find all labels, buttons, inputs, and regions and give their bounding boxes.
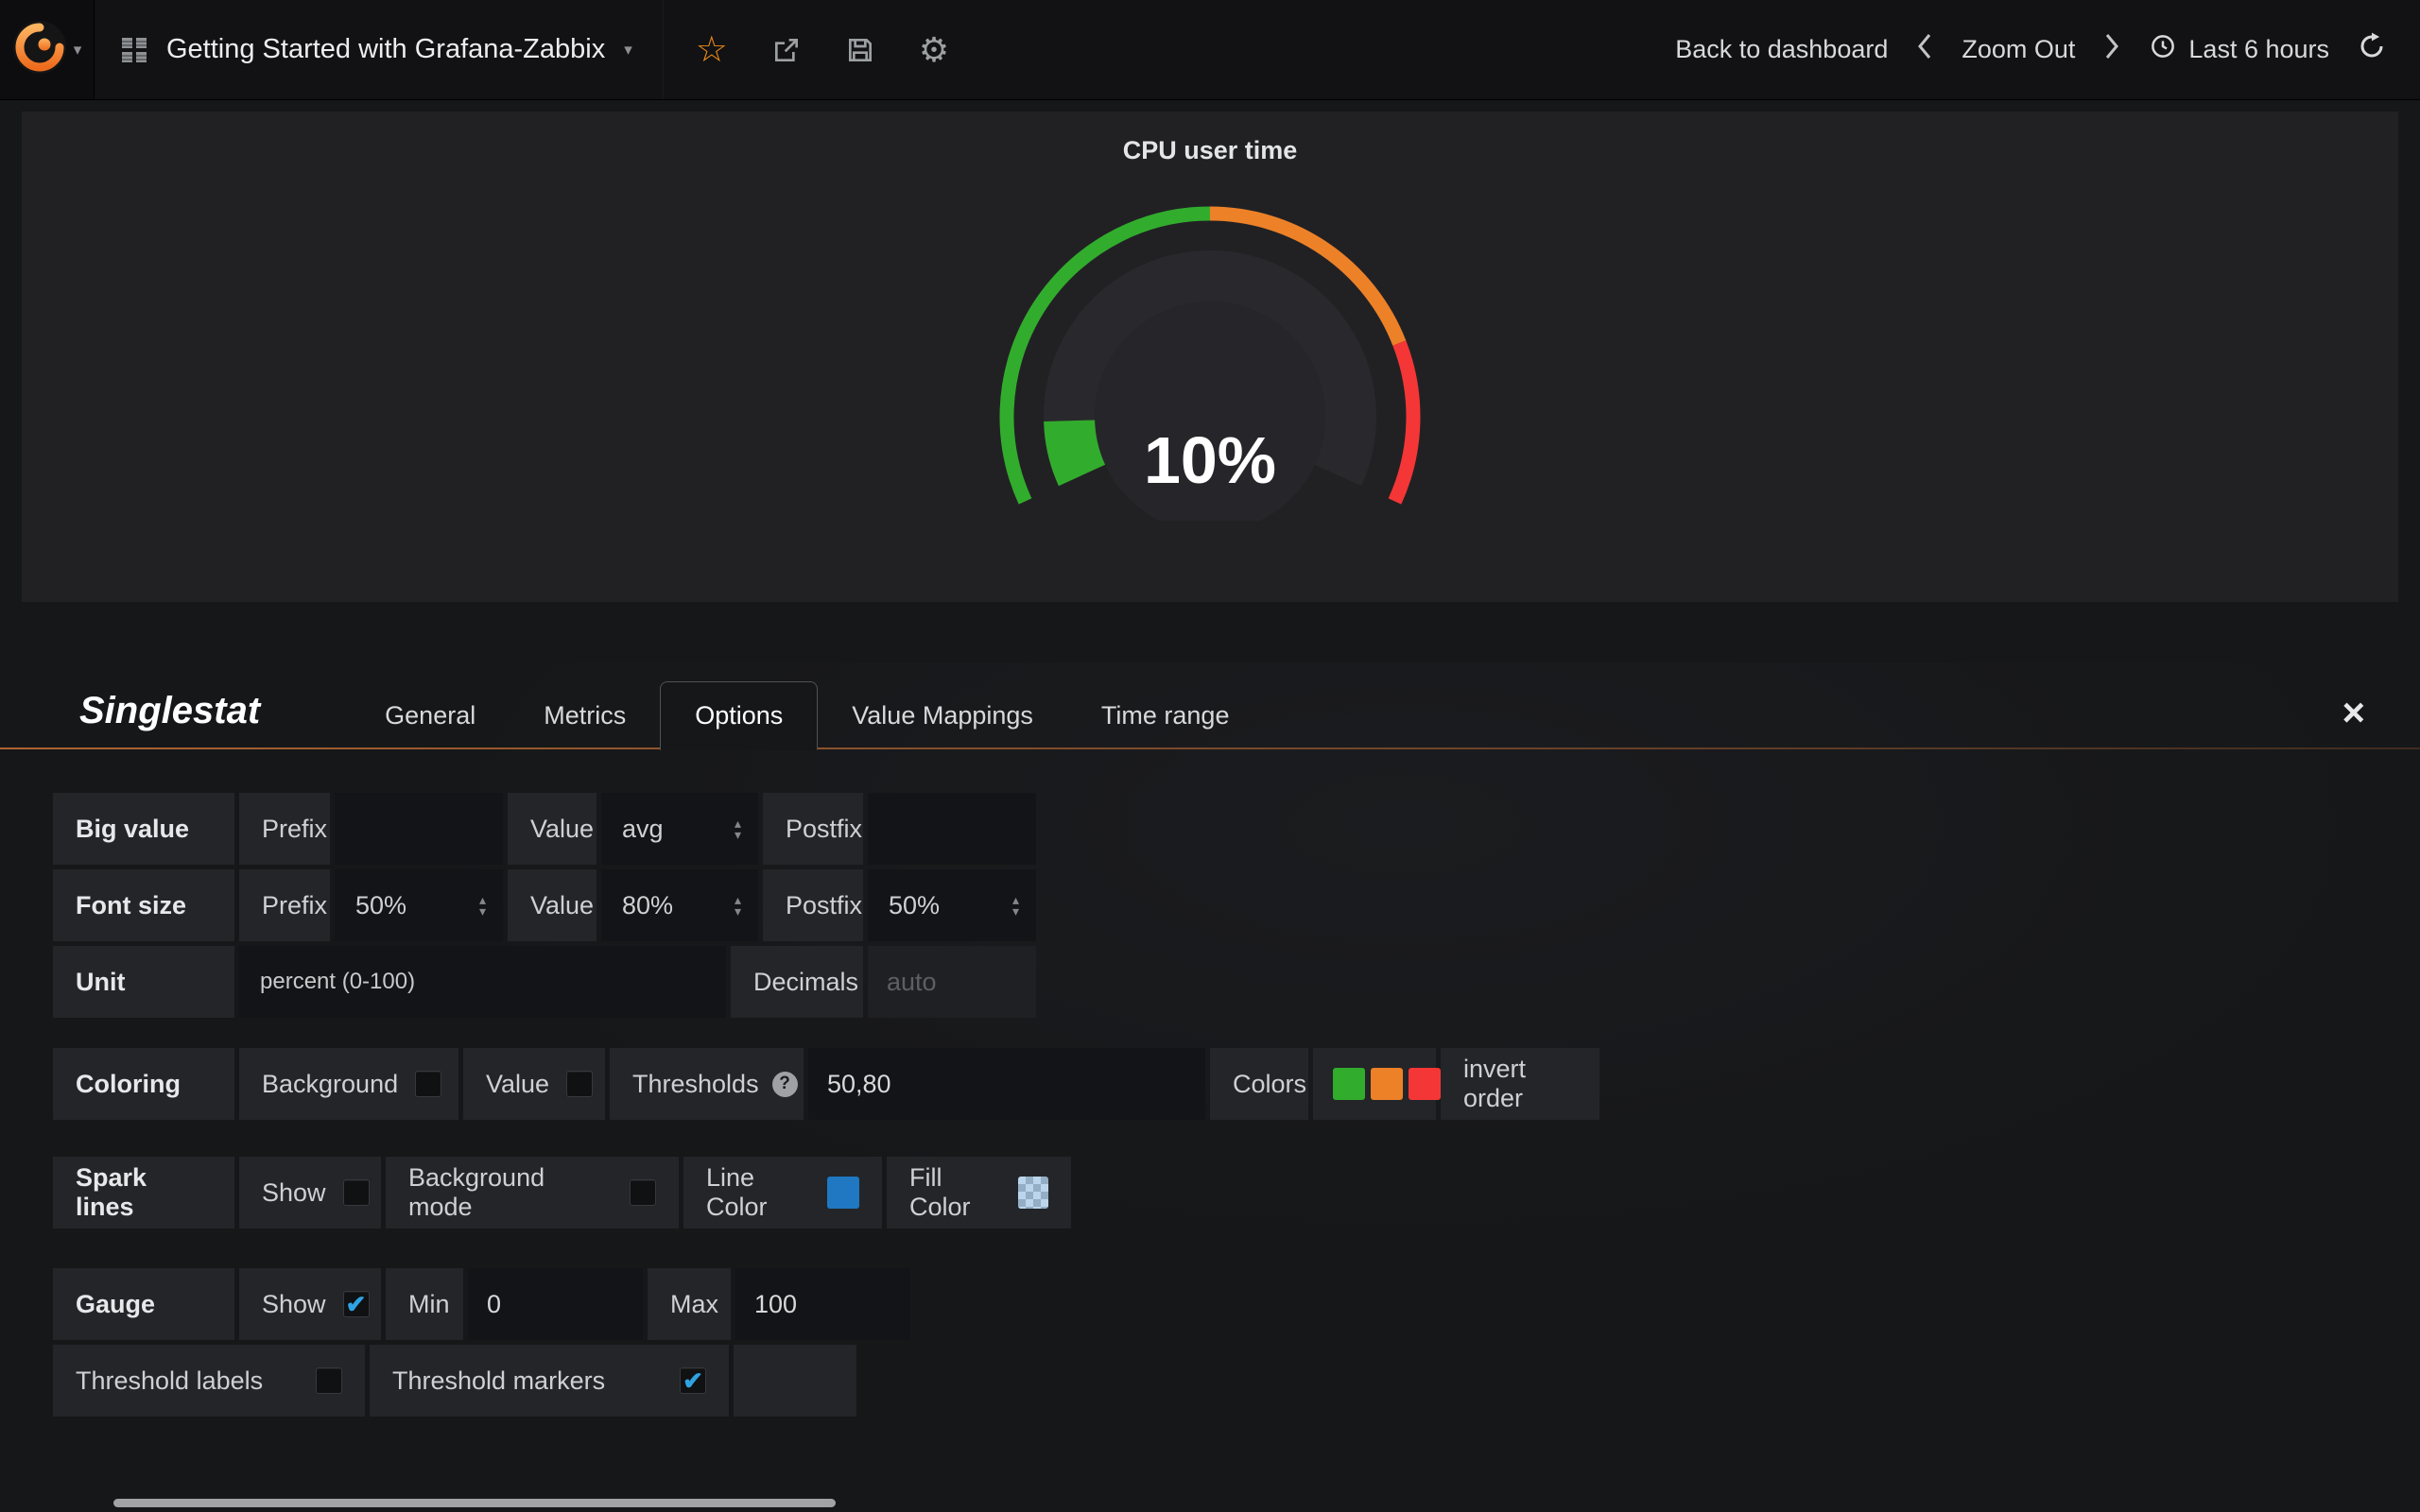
gauge-value-fill	[1069, 421, 1081, 475]
chevron-down-icon: ▾	[624, 41, 632, 60]
back-to-dashboard-button[interactable]: Back to dashboard	[1675, 35, 1888, 64]
threshold-color-swatches	[1313, 1048, 1436, 1120]
panel-editor: Singlestat General Metrics Options Value…	[0, 662, 2420, 1475]
dashboard-title: Getting Started with Grafana-Zabbix	[166, 34, 605, 65]
stepper-arrows-icon: ▴▾	[1012, 894, 1019, 917]
spark-lines-background-mode-toggle[interactable]: Background mode	[386, 1157, 679, 1228]
spark-lines-background-mode-checkbox[interactable]	[630, 1179, 656, 1206]
grafana-menu-button[interactable]: ▾	[0, 0, 95, 99]
coloring-value-toggle[interactable]: Value	[463, 1048, 605, 1120]
top-navbar: ▾ Getting Started with Grafana-Zabbix ▾ …	[0, 0, 2420, 100]
gauge-min-label: Min	[386, 1268, 463, 1340]
decimals-label: Decimals	[731, 946, 863, 1018]
singlestat-panel: CPU user time 10%	[22, 112, 2398, 602]
dashboard-title-dropdown[interactable]: Getting Started with Grafana-Zabbix ▾	[95, 0, 664, 99]
fill-color-cell: Fill Color	[887, 1157, 1071, 1228]
stepper-arrows-icon: ▴▾	[735, 817, 741, 840]
chevron-down-icon: ▾	[74, 41, 82, 60]
star-icon[interactable]: ☆	[696, 32, 728, 68]
chevron-left-icon[interactable]	[1916, 31, 1933, 68]
coloring-background-toggle[interactable]: Background	[239, 1048, 458, 1120]
threshold-color-green-swatch[interactable]	[1333, 1068, 1365, 1100]
font-size-value-label: Value	[508, 869, 596, 941]
spark-lines-show-checkbox[interactable]	[343, 1179, 370, 1206]
big-value-postfix-field	[868, 793, 1036, 865]
gauge-show-toggle[interactable]: Show	[239, 1268, 381, 1340]
tab-metrics[interactable]: Metrics	[510, 682, 660, 749]
thresholds-input[interactable]	[808, 1048, 1205, 1120]
gauge-show-checkbox[interactable]	[343, 1291, 370, 1317]
coloring-label: Coloring	[53, 1048, 234, 1120]
panel-title[interactable]: CPU user time	[22, 112, 2398, 165]
tab-time-range[interactable]: Time range	[1067, 682, 1264, 749]
big-value-postfix-input[interactable]	[868, 793, 1036, 865]
gauge-min-input[interactable]	[468, 1268, 643, 1340]
decimals-field	[868, 946, 1036, 1018]
time-range-picker[interactable]: Last 6 hours	[2149, 32, 2329, 67]
save-icon[interactable]	[845, 35, 875, 65]
font-size-value-select[interactable]: 80% ▴▾	[601, 869, 758, 941]
stepper-arrows-icon: ▴▾	[735, 894, 741, 917]
gauge-min-field	[468, 1268, 643, 1340]
horizontal-scrollbar-thumb[interactable]	[113, 1499, 836, 1507]
big-value-label: Big value	[53, 793, 234, 865]
colors-label: Colors	[1210, 1048, 1308, 1120]
close-editor-icon[interactable]: ×	[2342, 693, 2378, 749]
unit-select[interactable]: percent (0-100)	[239, 946, 726, 1018]
coloring-value-checkbox[interactable]	[566, 1071, 593, 1097]
threshold-color-orange-swatch[interactable]	[1371, 1068, 1403, 1100]
time-range-label: Last 6 hours	[2188, 35, 2329, 64]
gauge-max-label: Max	[648, 1268, 731, 1340]
stepper-arrows-icon: ▴▾	[479, 894, 486, 917]
big-value-prefix-field	[335, 793, 503, 865]
big-value-prefix-label: Prefix	[239, 793, 330, 865]
threshold-markers-toggle[interactable]: Threshold markers	[370, 1345, 729, 1417]
font-size-prefix-select[interactable]: 50% ▴▾	[335, 869, 503, 941]
gear-icon[interactable]: ⚙	[919, 33, 949, 67]
editor-panel-type-heading: Singlestat	[79, 690, 260, 749]
decimals-input[interactable]	[868, 946, 1036, 1018]
gauge-threshold-arc-red	[1395, 343, 1413, 502]
tab-options[interactable]: Options	[660, 681, 818, 750]
big-value-value-label: Value	[508, 793, 596, 865]
line-color-swatch[interactable]	[827, 1177, 859, 1209]
tab-value-mappings[interactable]: Value Mappings	[818, 682, 1067, 749]
share-icon[interactable]	[771, 35, 802, 65]
big-value-postfix-label: Postfix	[763, 793, 863, 865]
font-size-postfix-label: Postfix	[763, 869, 863, 941]
spark-lines-label: Spark lines	[53, 1157, 234, 1228]
dashboard-grid-icon	[121, 37, 147, 63]
font-size-prefix-label: Prefix	[239, 869, 330, 941]
gauge-visualization: 10%	[22, 199, 2398, 521]
grafana-logo-icon	[12, 20, 67, 79]
tab-general[interactable]: General	[351, 682, 510, 749]
thresholds-field	[808, 1048, 1205, 1120]
clock-icon	[2149, 32, 2177, 67]
threshold-labels-checkbox[interactable]	[316, 1367, 342, 1394]
gauge-max-field	[735, 1268, 910, 1340]
line-color-cell: Line Color	[683, 1157, 882, 1228]
threshold-labels-toggle[interactable]: Threshold labels	[53, 1345, 365, 1417]
threshold-markers-checkbox[interactable]	[680, 1367, 706, 1394]
editor-tabs: General Metrics Options Value Mappings T…	[351, 681, 1263, 749]
spark-lines-show-toggle[interactable]: Show	[239, 1157, 381, 1228]
gauge-value-text: 10%	[1144, 423, 1276, 497]
thresholds-label: Thresholds ?	[610, 1048, 804, 1120]
gauge-max-input[interactable]	[735, 1268, 910, 1340]
zoom-out-button[interactable]: Zoom Out	[1962, 35, 2075, 64]
threshold-color-red-swatch[interactable]	[1409, 1068, 1441, 1100]
font-size-label: Font size	[53, 869, 234, 941]
refresh-icon[interactable]	[2358, 32, 2386, 67]
font-size-postfix-select[interactable]: 50% ▴▾	[868, 869, 1036, 941]
help-icon[interactable]: ?	[772, 1072, 798, 1097]
empty-filler-cell	[734, 1345, 856, 1417]
invert-order-button[interactable]: invert order	[1441, 1048, 1599, 1120]
gauge-label: Gauge	[53, 1268, 234, 1340]
unit-label: Unit	[53, 946, 234, 1018]
big-value-value-select[interactable]: avg ▴▾	[601, 793, 758, 865]
big-value-prefix-input[interactable]	[335, 793, 503, 865]
coloring-background-checkbox[interactable]	[415, 1071, 441, 1097]
chevron-right-icon[interactable]	[2103, 31, 2120, 68]
fill-color-swatch[interactable]	[1018, 1177, 1048, 1209]
